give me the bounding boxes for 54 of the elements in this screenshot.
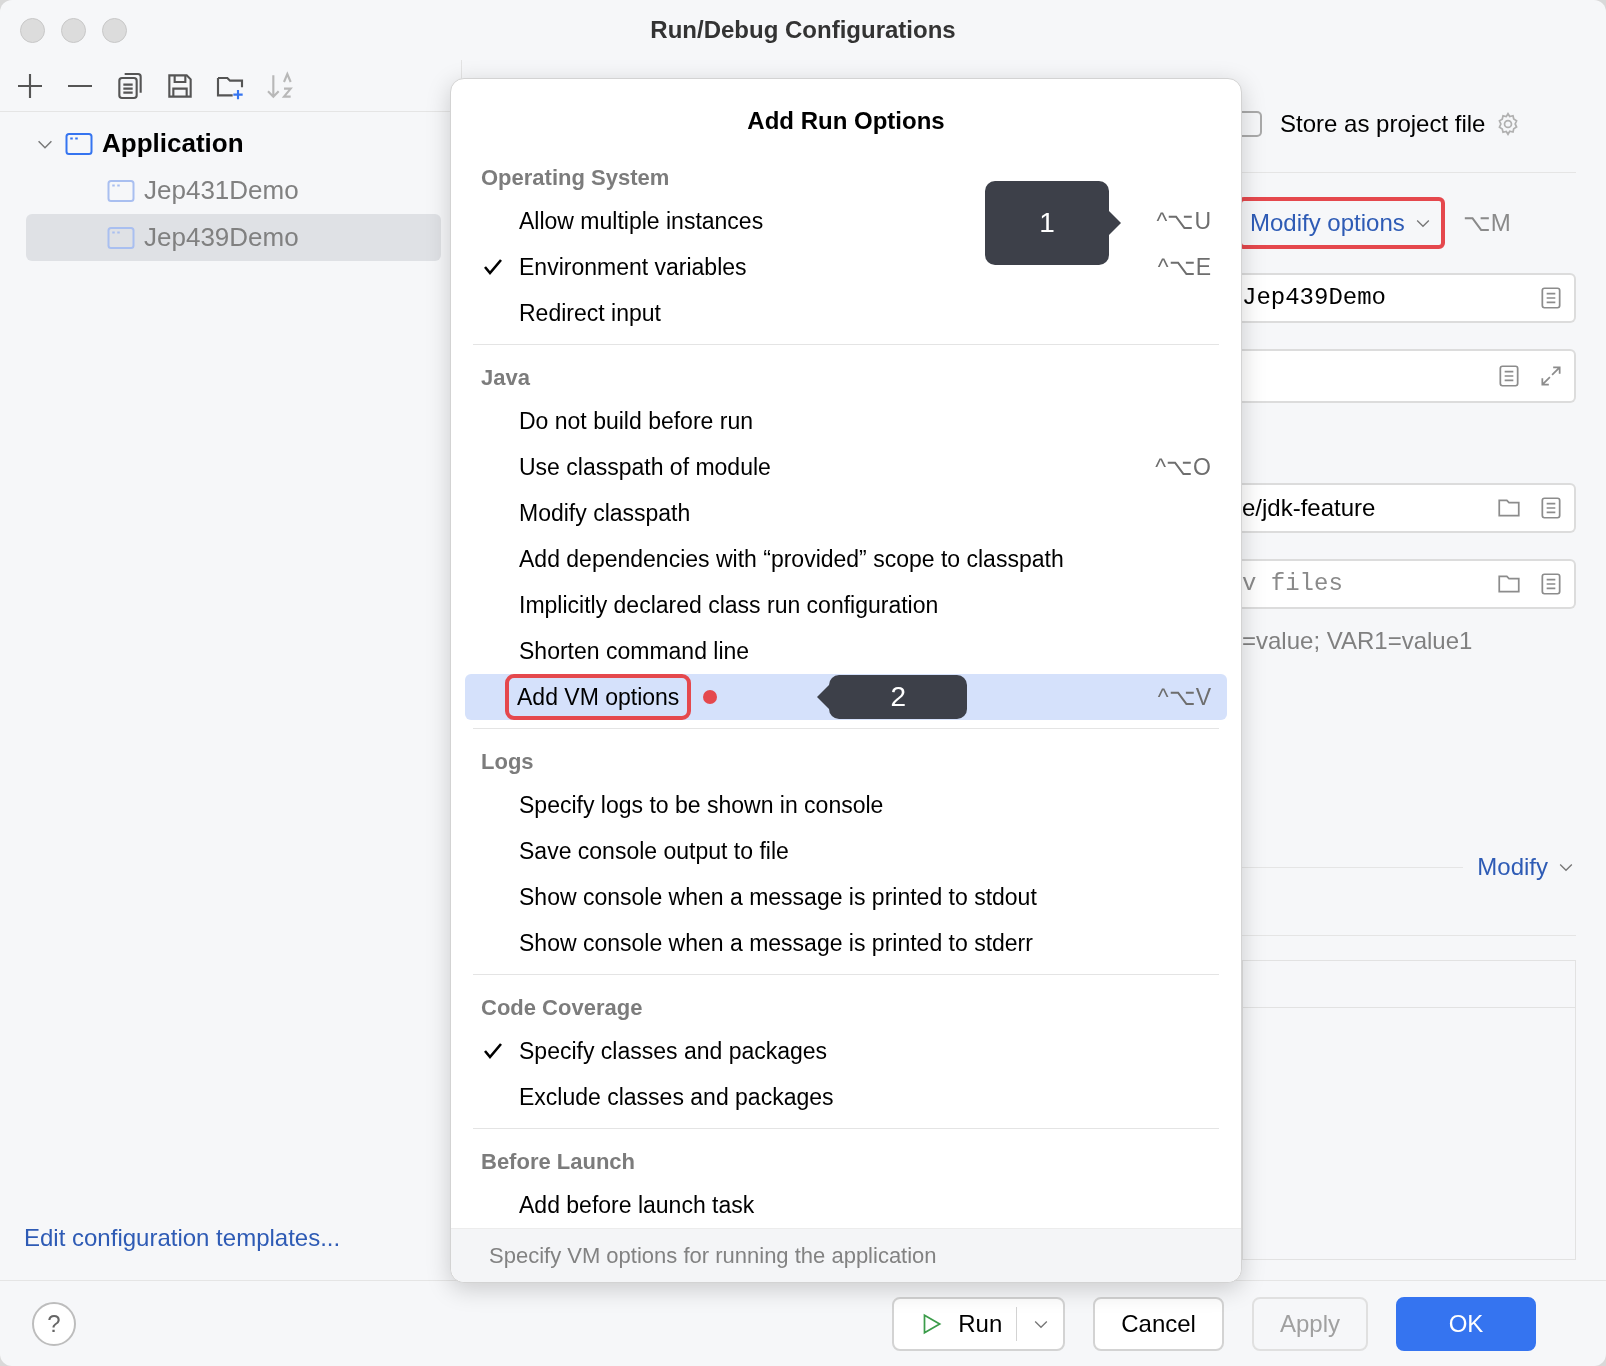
tree-item[interactable]: Application — [26, 120, 441, 167]
input-field[interactable]: v files — [1242, 559, 1576, 609]
popup-title: Add Run Options — [746, 106, 946, 136]
tree-item[interactable]: Jep431Demo — [26, 167, 441, 214]
help-button[interactable]: ? — [32, 1301, 76, 1346]
menu-item[interactable]: Environment variables — [519, 249, 747, 285]
menu-item[interactable]: Shorten command line — [519, 633, 750, 669]
dialog-button[interactable]: Cancel — [1093, 1296, 1224, 1351]
ok-button[interactable]: OK — [1396, 1296, 1536, 1351]
popup-footer-hint: Specify VM options for running the application — [451, 1228, 1241, 1282]
store-as-project-file-label: Store as project file — [1280, 109, 1486, 139]
menu-item[interactable]: Exclude classes and packages — [519, 1079, 834, 1115]
menu-item[interactable]: Use classpath of module — [519, 449, 771, 485]
shortcut-label: ^⌥E — [1157, 252, 1211, 282]
menu-item[interactable]: Show console when a message is printed to stderr — [519, 925, 1033, 961]
menu-item[interactable]: Add dependencies with “provided” scope to classpath — [519, 541, 1064, 577]
input-field[interactable]: Jep439Demo — [1242, 273, 1576, 323]
section-header: Java — [480, 364, 531, 392]
document-icon[interactable] — [1496, 363, 1522, 389]
menu-item[interactable]: Specify classes and packages — [519, 1033, 828, 1069]
menu-item[interactable]: Implicitly declared class run configuration — [519, 587, 939, 623]
menu-item[interactable]: Redirect input — [519, 295, 661, 331]
menu-item[interactable]: Modify classpath — [519, 495, 691, 531]
text-input[interactable]: v files — [1242, 566, 1480, 602]
expand-icon[interactable] — [1538, 363, 1564, 389]
shortcut-label: ⌥M — [1462, 208, 1511, 238]
hint-text: =value; VAR1=value1 — [1242, 626, 1474, 656]
selection-highlight[interactable]: Add VM options 2 ^⌥V — [465, 674, 1227, 720]
section-header: Operating System — [480, 164, 671, 192]
checkbox[interactable] — [1242, 111, 1262, 137]
menu-item[interactable]: Specify logs to be shown in console — [519, 787, 884, 823]
menu-item[interactable]: Allow multiple instances — [519, 203, 764, 239]
run-button[interactable]: Run — [892, 1296, 1066, 1351]
shortcut-label: ^⌥V — [1157, 682, 1211, 712]
text-input[interactable]: Jep439Demo — [1242, 280, 1522, 316]
input-field[interactable]: e/jdk-feature — [1242, 483, 1576, 533]
document-icon[interactable] — [1538, 285, 1564, 311]
marker-dot — [703, 690, 718, 704]
shortcut-label: ^⌥U — [1156, 206, 1211, 236]
shortcut-label: ^⌥O — [1155, 452, 1211, 482]
menu-item[interactable]: Save console output to file — [519, 833, 789, 869]
window-title: Run/Debug Configurations — [650, 15, 956, 45]
input-field[interactable] — [1242, 349, 1576, 403]
section-header: Code Coverage — [480, 994, 644, 1022]
document-icon[interactable] — [1538, 571, 1564, 597]
menu-item[interactable]: Do not build before run — [519, 403, 753, 439]
menu-item[interactable]: Add before launch task — [519, 1187, 755, 1223]
modify-options-button[interactable]: Modify options — [1242, 197, 1445, 249]
document-icon[interactable] — [1538, 495, 1564, 521]
section-header: Before Launch — [480, 1148, 637, 1176]
modify-link[interactable]: Modify — [1477, 849, 1576, 885]
text-input[interactable]: e/jdk-feature — [1242, 490, 1480, 526]
section-header: Logs — [480, 748, 535, 776]
menu-item[interactable]: Show console when a message is printed to stdout — [519, 879, 1037, 915]
